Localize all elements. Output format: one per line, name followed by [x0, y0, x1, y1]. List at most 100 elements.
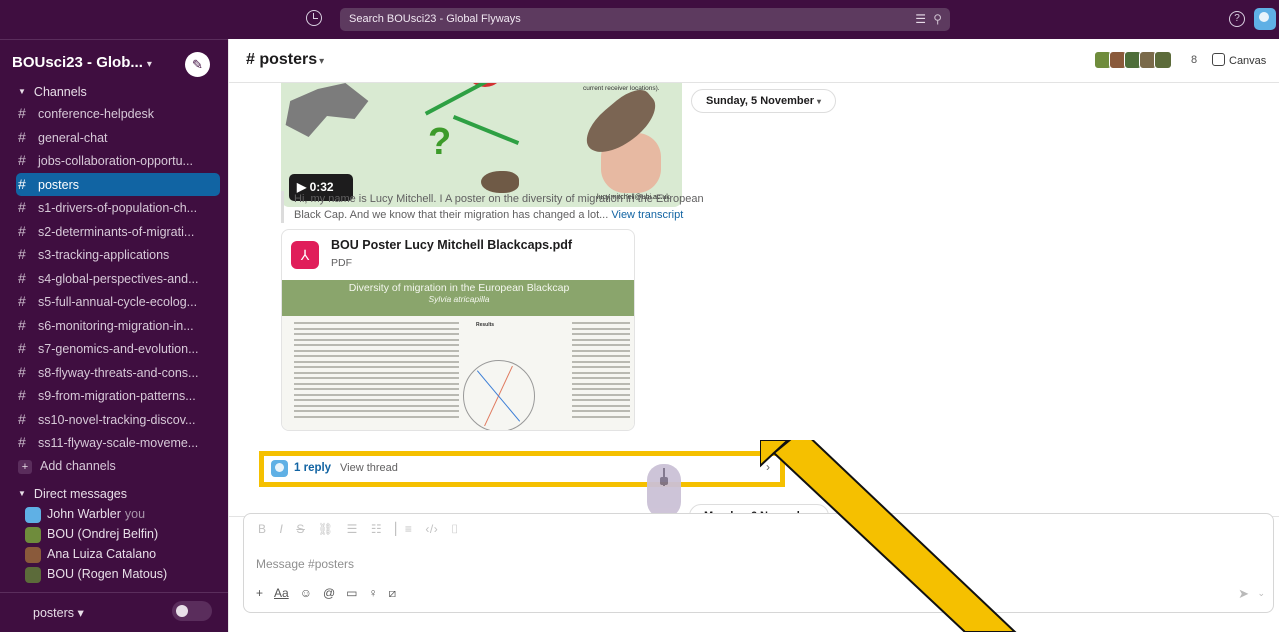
file-attachment[interactable]: ⅄ BOU Poster Lucy Mitchell Blackcaps.pdf…	[281, 229, 635, 431]
map-graphic	[285, 83, 369, 137]
send-icon[interactable]: ➤	[1238, 586, 1249, 602]
blockquote-icon[interactable]: ▏≡	[395, 522, 412, 536]
sidebar-footer: posters ▾	[0, 592, 228, 632]
chevron-down-icon: ▾	[77, 606, 84, 620]
reply-count[interactable]: 1 reply	[294, 462, 331, 474]
current-channel-label[interactable]: posters ▾	[33, 605, 84, 620]
filter-icon[interactable]: ☰	[915, 8, 926, 31]
hash-icon: #	[18, 293, 26, 309]
italic-icon[interactable]: I	[280, 522, 284, 536]
chevron-down-icon: ▾	[146, 59, 152, 70]
bold-icon[interactable]: B	[258, 522, 267, 536]
search-bar[interactable]: Search BOUsci23 - Global Flyways ☰ ⚲	[340, 8, 950, 31]
history-icon[interactable]	[306, 10, 322, 26]
avatar	[25, 527, 41, 543]
video-attachment[interactable]: ? current receiver locations). lucy.mitc…	[281, 83, 682, 207]
format-text-icon[interactable]: Aa	[274, 586, 289, 600]
compose-button[interactable]: ✎	[185, 52, 210, 77]
thread-highlight[interactable]: 1 reply View thread ›	[259, 451, 785, 487]
message-input[interactable]: Message #posters	[256, 557, 354, 571]
sidebar-item-s3[interactable]: # s3-tracking-applications	[0, 243, 220, 267]
hash-icon: #	[18, 363, 26, 380]
sidebar-item-conference-helpdesk[interactable]: # conference-helpdesk	[0, 102, 220, 126]
canvas-icon	[1212, 53, 1225, 66]
shortcuts-icon[interactable]: ⧄	[389, 586, 397, 600]
plus-icon[interactable]: +	[256, 586, 263, 600]
hash-icon: #	[18, 316, 26, 333]
search-icon: ⚲	[933, 12, 942, 26]
transcript: Hi, my name is Lucy Mitchell. I A poster…	[281, 191, 711, 223]
sidebar-item-s1[interactable]: # s1-drivers-of-population-ch...	[0, 196, 220, 220]
hash-icon: #	[18, 246, 26, 262]
sidebar-item-s2[interactable]: # s2-determinants-of-migrati...	[0, 220, 220, 244]
dm-section-header[interactable]: ▼ Direct messages	[0, 484, 228, 504]
message-list[interactable]: ? current receiver locations). lucy.mitc…	[229, 83, 1279, 548]
avatar	[25, 507, 41, 523]
video-clip-icon[interactable]: ▭	[346, 586, 357, 600]
channel-header: # posters ▾ 8 Canvas	[229, 39, 1279, 83]
emoji-icon[interactable]: ☺	[300, 586, 312, 600]
huddle-toggle[interactable]	[172, 601, 212, 621]
hash-icon: #	[18, 222, 26, 239]
sidebar: BOUsci23 - Glob... ▾ ✎ ▼ Channels # confere…	[0, 39, 228, 632]
sidebar-item-general-chat[interactable]: # general-chat	[0, 126, 220, 150]
hash-icon: #	[18, 340, 26, 356]
microphone-icon[interactable]: ♀	[369, 586, 378, 600]
date-divider[interactable]: Sunday, 5 November ▾	[691, 89, 837, 113]
dm-item[interactable]: BOU (Ondrej Belfin)	[0, 524, 228, 544]
sidebar-item-s6[interactable]: # s6-monitoring-migration-in...	[0, 314, 220, 338]
strikethrough-icon[interactable]: S	[296, 522, 305, 536]
add-channels-button[interactable]: + Add channels	[0, 455, 220, 479]
avatar	[1154, 51, 1172, 69]
caret-down-icon: ▼	[18, 87, 26, 96]
channel-title[interactable]: # posters ▾	[246, 51, 324, 69]
sidebar-item-ss10[interactable]: # ss10-novel-tracking-discov...	[0, 408, 220, 432]
view-thread-link[interactable]: View thread	[340, 462, 398, 474]
sidebar-item-s9[interactable]: # s9-from-migration-patterns...	[0, 384, 220, 408]
sidebar-item-ss11[interactable]: # ss11-flyway-scale-moveme...	[0, 431, 220, 455]
hash-icon: #	[18, 199, 26, 215]
canvas-button[interactable]: Canvas	[1212, 53, 1266, 67]
channels-section-header[interactable]: ▼ Channels	[0, 82, 228, 102]
hash-icon: #	[18, 152, 26, 168]
sidebar-item-s8[interactable]: # s8-flyway-threats-and-cons...	[0, 361, 220, 385]
thread-replies[interactable]: 1 reply View thread ›	[271, 460, 776, 478]
hash-icon: #	[18, 175, 26, 192]
mention-icon[interactable]: @	[323, 586, 335, 600]
dm-item[interactable]: John Warbler you	[0, 504, 228, 524]
video-caption: current receiver locations).	[583, 85, 660, 92]
chevron-down-icon[interactable]: ⌄	[1257, 588, 1265, 599]
sidebar-item-s4[interactable]: # s4-global-perspectives-and...	[0, 267, 220, 291]
avatar	[271, 460, 288, 477]
poster-preview[interactable]: Diversity of migration in the European B…	[282, 280, 634, 430]
hash-icon: #	[18, 410, 26, 427]
sidebar-item-s7[interactable]: # s7-genomics-and-evolution...	[0, 337, 220, 361]
code-icon[interactable]: ‹/›	[425, 522, 438, 536]
bullet-list-icon[interactable]: ☷	[371, 522, 382, 536]
view-transcript-link[interactable]: View transcript	[611, 209, 683, 221]
mouse-cursor-icon	[647, 464, 681, 518]
help-icon[interactable]: ?	[1229, 11, 1245, 27]
ordered-list-icon[interactable]: ☰	[347, 522, 358, 536]
message-composer[interactable]: B I S ⛓ ☰ ☷ ▏≡ ‹/› ⌷ Message #posters + Aa ☺ @ ▭ ♀ ⧄ ➤…	[243, 513, 1274, 613]
sidebar-item-posters[interactable]: # posters	[16, 172, 220, 196]
workspace-name: BOUsci23 - Glob...	[12, 54, 143, 71]
slack-app: Search BOUsci23 - Global Flyways ☰ ⚲ ? B…	[0, 0, 1279, 632]
code-block-icon[interactable]: ⌷	[451, 522, 459, 536]
green-arrow-graphic	[424, 83, 498, 116]
link-icon[interactable]: ⛓	[318, 522, 334, 536]
poster-text-right	[572, 322, 630, 421]
poster-species: Sylvia atricapilla	[428, 294, 490, 304]
poster-circular-plot	[463, 360, 535, 430]
user-avatar[interactable]	[1254, 8, 1276, 30]
sidebar-item-s5[interactable]: # s5-full-annual-cycle-ecolog...	[0, 290, 220, 314]
poster-text-left	[294, 322, 459, 421]
dm-item[interactable]: BOU (Rogen Matous)	[0, 564, 228, 584]
member-avatars[interactable]	[1094, 51, 1172, 69]
file-name[interactable]: BOU Poster Lucy Mitchell Blackcaps.pdf	[331, 238, 572, 252]
sidebar-item-jobs[interactable]: # jobs-collaboration-opportu...	[0, 149, 220, 173]
dm-item[interactable]: Ana Luiza Catalano	[0, 544, 228, 564]
hash-icon: #	[18, 269, 26, 286]
sidebar-list: ▼ Channels # conference-helpdesk # general-…	[0, 82, 228, 592]
member-count[interactable]: 8	[1191, 54, 1197, 66]
